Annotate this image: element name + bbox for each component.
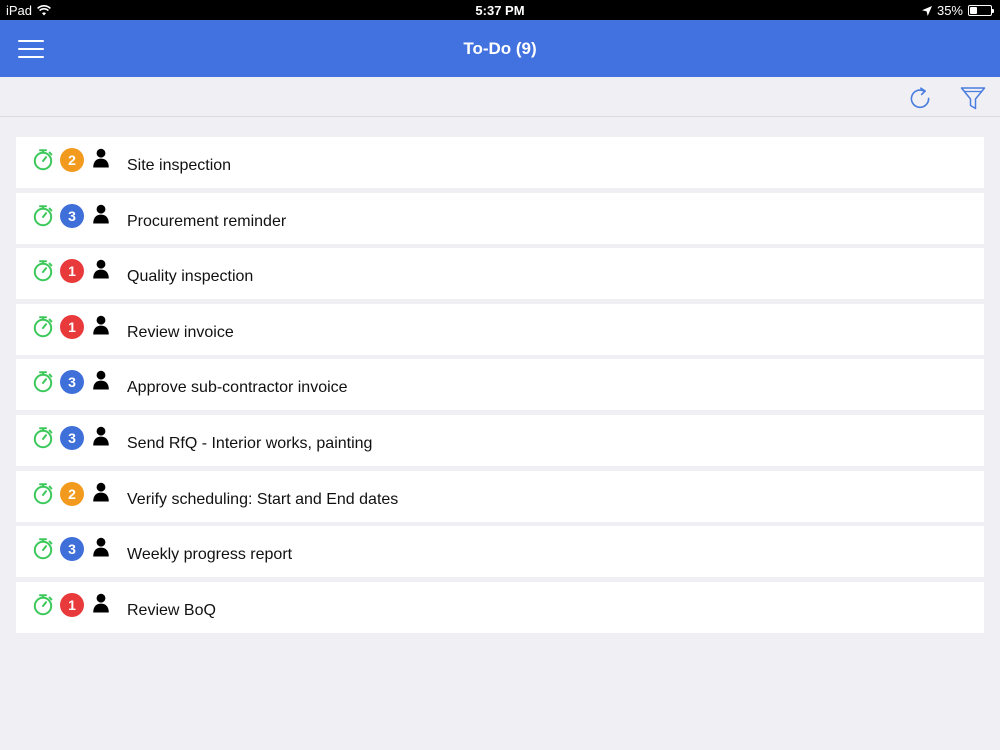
task-row[interactable]: 3 Approve sub-contractor invoice [16,359,984,411]
priority-badge: 3 [60,425,84,450]
task-row[interactable]: 3 Weekly progress report [16,526,984,578]
task-row[interactable]: 3 Send RfQ - Interior works, painting [16,414,984,466]
person-icon [93,482,109,502]
toolbar [0,77,1000,117]
task-title: Approve sub-contractor invoice [127,379,348,397]
task-title: Send RfQ - Interior works, painting [127,434,373,452]
battery-icon [968,5,994,16]
task-row[interactable]: 1 Review BoQ [16,581,984,633]
person-icon [93,426,109,446]
person-icon [93,204,109,224]
task-title: Review BoQ [127,601,216,619]
stopwatch-icon [33,371,53,393]
filter-button[interactable] [958,83,988,113]
task-list: 2 Site inspection 3 Procurement reminder [16,137,984,637]
priority-badge: 1 [60,592,84,617]
task-title: Verify scheduling: Start and End dates [127,490,399,508]
priority-badge: 1 [60,259,84,284]
person-icon [93,537,109,557]
task-row[interactable]: 2 Verify scheduling: Start and End dates [16,470,984,522]
status-bar: iPad 5:37 PM 35% [0,0,1000,20]
priority-badge: 1 [60,314,84,339]
task-title: Review invoice [127,323,234,341]
stopwatch-icon [33,204,53,226]
refresh-button[interactable] [905,83,935,113]
filter-icon [960,87,986,110]
priority-badge: 3 [60,537,84,562]
task-row[interactable]: 3 Procurement reminder [16,192,984,244]
task-title: Site inspection [127,157,232,174]
person-icon [93,259,109,279]
location-arrow-icon [921,5,932,16]
refresh-icon [910,87,930,109]
priority-badge: 3 [60,203,84,228]
stopwatch-icon [33,593,53,615]
stopwatch-icon [33,149,53,171]
priority-badge: 2 [60,148,84,172]
stopwatch-icon [33,538,53,560]
nav-bar: To-Do (9) [0,20,1000,77]
battery-percent: 35% [936,3,963,18]
stopwatch-icon [33,315,53,337]
priority-badge: 3 [60,370,84,395]
task-row[interactable]: 2 Site inspection [16,137,984,188]
priority-badge: 2 [60,481,84,506]
person-icon [93,371,109,390]
task-title: Quality inspection [127,268,254,286]
person-icon [93,315,109,335]
battery-fill [970,7,977,14]
person-icon [93,148,109,168]
task-title: Weekly progress report [127,546,293,564]
task-row[interactable]: 1 Review invoice [16,303,984,355]
page-title: To-Do (9) [463,39,537,58]
stopwatch-icon [33,260,53,282]
stopwatch-icon [33,482,53,504]
status-right: 35% [921,3,994,18]
task-title: Procurement reminder [127,212,287,230]
person-icon [93,593,109,613]
stopwatch-icon [33,427,53,449]
task-row[interactable]: 1 Quality inspection [16,248,984,300]
status-time: 5:37 PM [475,3,525,18]
